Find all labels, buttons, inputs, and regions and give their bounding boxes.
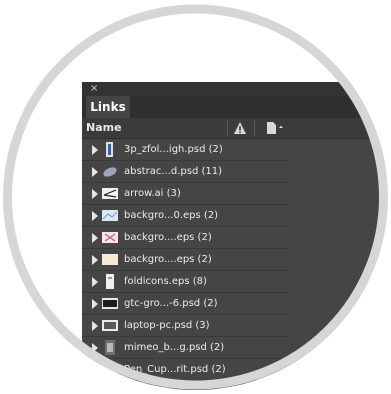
photo-thumbnail-icon bbox=[103, 167, 117, 177]
disclosure-triangle-icon[interactable] bbox=[92, 189, 98, 199]
list-item[interactable]: gtc-gro...-6.psd (2) bbox=[82, 293, 290, 315]
disclosure-triangle-icon[interactable] bbox=[92, 299, 98, 309]
list-item[interactable]: mimeo_b...g.psd (2) bbox=[82, 337, 290, 359]
column-header: Name bbox=[82, 118, 387, 139]
list-item[interactable]: backgro....eps (2) bbox=[82, 227, 290, 249]
graphic-thumbnail-icon bbox=[102, 254, 118, 265]
disclosure-triangle-icon[interactable] bbox=[92, 255, 98, 265]
list-item-label: mimeo_b...g.psd (2) bbox=[124, 342, 225, 353]
photo-thumbnail-icon bbox=[102, 386, 118, 390]
list-item[interactable]: laptop-pc.psd (3) bbox=[82, 315, 290, 337]
list-item-label: abstrac...d.psd (11) bbox=[124, 166, 223, 177]
list-item[interactable]: 3p_zfol...igh.psd (2) bbox=[82, 139, 290, 161]
list-item-label: backgro....eps (2) bbox=[124, 254, 212, 265]
close-icon[interactable]: × bbox=[90, 82, 98, 96]
photo-thumbnail-icon bbox=[102, 298, 118, 309]
graphic-thumbnail-icon bbox=[102, 210, 118, 221]
list-item[interactable]: Pen_Cup...rit.psd (2) bbox=[82, 359, 290, 381]
list-item-label: 3p_zfol...igh.psd (2) bbox=[124, 144, 223, 155]
disclosure-triangle-icon[interactable] bbox=[92, 233, 98, 243]
list-item-label: foldicons.eps (8) bbox=[124, 276, 207, 287]
column-divider bbox=[227, 120, 228, 136]
list-item-label: arrow.ai (3) bbox=[124, 188, 181, 199]
list-item-label: gtc-gro...-6.psd (2) bbox=[124, 298, 218, 309]
list-item[interactable]: ...psd (2) bbox=[82, 381, 290, 390]
graphic-thumbnail-icon bbox=[106, 274, 114, 289]
graphic-thumbnail-icon bbox=[102, 232, 118, 243]
list-item-label: laptop-pc.psd (3) bbox=[124, 320, 210, 331]
list-item-label: ...psd (2) bbox=[124, 381, 169, 390]
photo-thumbnail-icon bbox=[102, 364, 118, 375]
tab-links[interactable]: Links bbox=[86, 96, 130, 118]
disclosure-triangle-icon[interactable] bbox=[92, 365, 98, 375]
disclosure-triangle-icon[interactable] bbox=[92, 387, 98, 390]
list-item[interactable]: abstrac...d.psd (11) bbox=[82, 161, 290, 183]
vector-thumbnail-icon bbox=[102, 188, 118, 199]
list-item-label: Pen_Cup...rit.psd (2) bbox=[124, 364, 226, 375]
warning-icon[interactable] bbox=[233, 121, 247, 135]
disclosure-triangle-icon[interactable] bbox=[92, 343, 98, 353]
list-item[interactable]: backgro...0.eps (2) bbox=[82, 205, 290, 227]
links-panel: × Links Name 3p_zfol...igh.psd (2) abstr… bbox=[82, 82, 387, 390]
links-list: 3p_zfol...igh.psd (2) abstrac...d.psd (1… bbox=[82, 139, 387, 390]
list-item[interactable]: arrow.ai (3) bbox=[82, 183, 290, 205]
photo-thumbnail-icon bbox=[102, 320, 118, 331]
disclosure-triangle-icon[interactable] bbox=[92, 145, 98, 155]
disclosure-triangle-icon[interactable] bbox=[92, 167, 98, 177]
column-name-label[interactable]: Name bbox=[86, 118, 122, 138]
photo-thumbnail-icon bbox=[105, 340, 115, 355]
circular-frame: × Links Name 3p_zfol...igh.psd (2) abstr… bbox=[4, 4, 387, 390]
list-item[interactable]: backgro....eps (2) bbox=[82, 249, 290, 271]
page-icon[interactable] bbox=[265, 121, 285, 135]
list-item-label: backgro....eps (2) bbox=[124, 232, 212, 243]
list-item[interactable]: foldicons.eps (8) bbox=[82, 271, 290, 293]
disclosure-triangle-icon[interactable] bbox=[92, 321, 98, 331]
panel-title-bar: × bbox=[82, 82, 387, 96]
disclosure-triangle-icon[interactable] bbox=[92, 211, 98, 221]
photo-thumbnail-icon bbox=[106, 142, 113, 157]
column-divider bbox=[254, 120, 255, 136]
disclosure-triangle-icon[interactable] bbox=[92, 277, 98, 287]
list-item-label: backgro...0.eps (2) bbox=[124, 210, 219, 221]
